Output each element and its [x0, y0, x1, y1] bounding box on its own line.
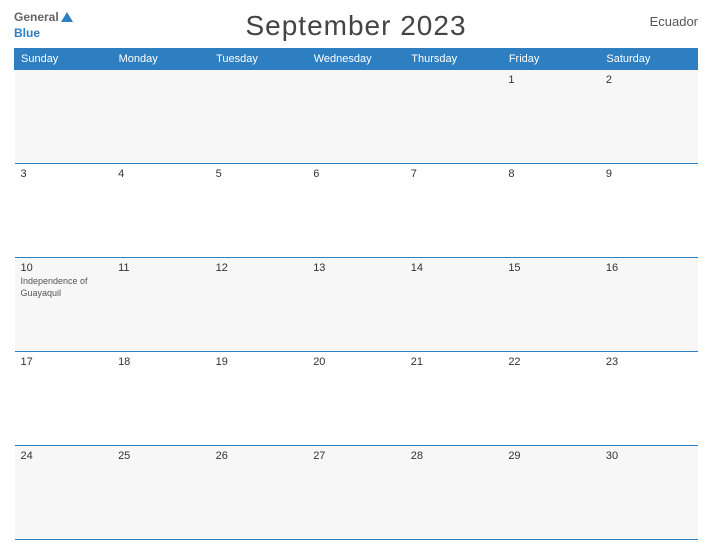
day-number: 4	[118, 168, 204, 180]
calendar-cell: 7	[405, 164, 503, 258]
calendar-cell: 12	[210, 258, 308, 352]
day-number: 12	[216, 262, 302, 274]
day-number: 20	[313, 356, 399, 368]
calendar-cell: 15	[502, 258, 600, 352]
day-number: 18	[118, 356, 204, 368]
day-number: 22	[508, 356, 594, 368]
calendar-cell: 30	[600, 446, 698, 540]
country-label: Ecuador	[650, 14, 698, 29]
day-number: 17	[21, 356, 107, 368]
col-header-wednesday: Wednesday	[307, 49, 405, 70]
day-number: 1	[508, 74, 594, 86]
calendar-title: September 2023	[245, 10, 466, 42]
calendar-cell	[15, 70, 113, 164]
day-number: 10	[21, 262, 107, 274]
day-number: 16	[606, 262, 692, 274]
calendar-cell	[210, 70, 308, 164]
day-number: 24	[21, 450, 107, 462]
calendar-cell: 27	[307, 446, 405, 540]
calendar-cell: 1	[502, 70, 600, 164]
calendar-cell: 17	[15, 352, 113, 446]
calendar-cell: 9	[600, 164, 698, 258]
calendar-header: General Blue September 2023 Ecuador	[14, 10, 698, 42]
calendar-cell: 16	[600, 258, 698, 352]
day-number: 11	[118, 262, 204, 274]
day-number: 26	[216, 450, 302, 462]
calendar-cell: 2	[600, 70, 698, 164]
col-header-monday: Monday	[112, 49, 210, 70]
calendar-cell: 24	[15, 446, 113, 540]
day-number: 3	[21, 168, 107, 180]
calendar-cell	[112, 70, 210, 164]
calendar-cell	[405, 70, 503, 164]
calendar-cell: 5	[210, 164, 308, 258]
col-header-tuesday: Tuesday	[210, 49, 308, 70]
day-number: 14	[411, 262, 497, 274]
day-number: 19	[216, 356, 302, 368]
calendar-page: General Blue September 2023 Ecuador Sund…	[0, 0, 712, 550]
calendar-cell: 18	[112, 352, 210, 446]
day-number: 28	[411, 450, 497, 462]
calendar-cell: 22	[502, 352, 600, 446]
calendar-header-row: SundayMondayTuesdayWednesdayThursdayFrid…	[15, 49, 698, 70]
logo-general-text: General	[14, 10, 59, 24]
col-header-sunday: Sunday	[15, 49, 113, 70]
calendar-week-row: 12	[15, 70, 698, 164]
calendar-cell: 20	[307, 352, 405, 446]
calendar-cell: 14	[405, 258, 503, 352]
calendar-table: SundayMondayTuesdayWednesdayThursdayFrid…	[14, 48, 698, 540]
col-header-thursday: Thursday	[405, 49, 503, 70]
calendar-cell: 13	[307, 258, 405, 352]
calendar-cell: 29	[502, 446, 600, 540]
calendar-cell: 10 Independence of Guayaquil	[15, 258, 113, 352]
day-number: 6	[313, 168, 399, 180]
calendar-week-row: 10 Independence of Guayaquil 11 12 13 14 15 16	[15, 258, 698, 352]
calendar-cell: 11	[112, 258, 210, 352]
day-number: 7	[411, 168, 497, 180]
day-number: 23	[606, 356, 692, 368]
col-header-saturday: Saturday	[600, 49, 698, 70]
calendar-week-row: 17 18 19 20 21 22 23	[15, 352, 698, 446]
logo-triangle-icon	[61, 12, 73, 22]
calendar-cell: 3	[15, 164, 113, 258]
calendar-week-row: 3456789	[15, 164, 698, 258]
day-number: 13	[313, 262, 399, 274]
day-number: 21	[411, 356, 497, 368]
day-number: 5	[216, 168, 302, 180]
logo: General Blue	[14, 10, 73, 42]
day-number: 8	[508, 168, 594, 180]
day-number: 27	[313, 450, 399, 462]
calendar-cell	[307, 70, 405, 164]
logo-blue-text: Blue	[14, 26, 40, 40]
calendar-cell: 26	[210, 446, 308, 540]
calendar-cell: 19	[210, 352, 308, 446]
col-header-friday: Friday	[502, 49, 600, 70]
calendar-cell: 8	[502, 164, 600, 258]
calendar-cell: 4	[112, 164, 210, 258]
day-number: 29	[508, 450, 594, 462]
day-number: 25	[118, 450, 204, 462]
day-number: 2	[606, 74, 692, 86]
day-number: 15	[508, 262, 594, 274]
day-number: 30	[606, 450, 692, 462]
calendar-week-row: 24 25 26 27 28 29 30	[15, 446, 698, 540]
day-event: Independence of Guayaquil	[21, 276, 107, 299]
day-number: 9	[606, 168, 692, 180]
calendar-cell: 21	[405, 352, 503, 446]
calendar-cell: 28	[405, 446, 503, 540]
calendar-cell: 25	[112, 446, 210, 540]
calendar-cell: 6	[307, 164, 405, 258]
calendar-cell: 23	[600, 352, 698, 446]
